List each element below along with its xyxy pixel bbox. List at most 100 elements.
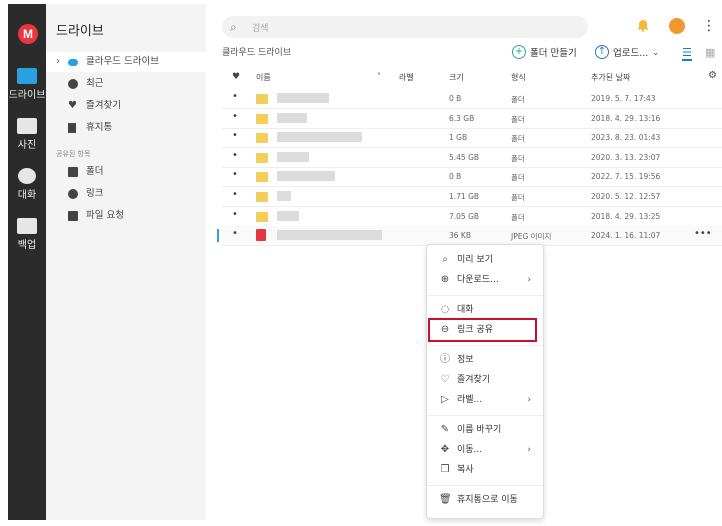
sidebar-item-label: 파일 요청: [86, 210, 124, 221]
heart-icon[interactable]: ♥: [232, 72, 240, 82]
column-header-added[interactable]: 추가된 날짜: [591, 72, 630, 83]
cell-type: 폴더: [511, 154, 525, 163]
label-icon: ▷: [441, 394, 449, 405]
cell-size: 36 KB: [449, 231, 471, 240]
redacted-name: [277, 211, 299, 221]
sidebar-item-recent[interactable]: 최근: [46, 74, 206, 94]
bullet-icon: •: [232, 228, 238, 239]
sidebar-item-trash[interactable]: 휴지통: [46, 118, 206, 138]
rail-item-backup[interactable]: 백업: [8, 218, 46, 251]
new-folder-button[interactable]: + 폴더 만들기: [512, 43, 577, 61]
table-row[interactable]: • 5.45 GB 폴더 2020. 3. 13. 23:07: [222, 148, 722, 168]
chevron-right-icon[interactable]: ›: [56, 52, 60, 72]
info-icon: ⓘ: [440, 354, 450, 365]
sidebar-item-links[interactable]: 링크: [46, 184, 206, 204]
annotation-highlight-box: [428, 318, 537, 342]
heart-icon: ♡: [440, 374, 450, 385]
table-row[interactable]: • 0 B 폴더 2022. 7. 15. 19:56: [222, 167, 722, 187]
avatar[interactable]: [669, 18, 685, 34]
list-view-icon[interactable]: ☰: [682, 46, 692, 61]
redacted-name: [277, 152, 309, 162]
rail-label: 대화: [17, 190, 37, 201]
table-row[interactable]: • 7.05 GB 폴더 2018. 4. 29. 13:25: [222, 207, 722, 227]
menu-item-rename[interactable]: ✎ 이름 바꾸기: [427, 421, 543, 439]
menu-item-label: 즐겨찾기: [457, 375, 491, 385]
cell-size: 1.71 GB: [449, 192, 480, 201]
column-header-size[interactable]: 크기: [449, 72, 464, 83]
cell-type: JPEG 이미지: [511, 232, 552, 241]
folder-icon: [17, 68, 37, 84]
menu-item-label: 이름 바꾸기: [457, 425, 502, 435]
sidebar-item-label: 클라우드 드라이브: [86, 56, 159, 67]
menu-item-download[interactable]: ⊕ 다운로드... ›: [427, 271, 543, 289]
cell-size: 0 B: [449, 172, 462, 181]
sidebar-item-cloud-drive[interactable]: › 클라우드 드라이브: [46, 52, 206, 72]
cell-type: 폴더: [511, 213, 525, 222]
cloud-icon: [68, 59, 78, 66]
search-icon: ⌕: [442, 254, 448, 265]
menu-item-move[interactable]: ✥ 이동... ›: [427, 441, 543, 459]
column-header-label[interactable]: 라벨: [399, 72, 414, 83]
trash-icon: 🗑: [439, 494, 452, 505]
breadcrumb[interactable]: 클라우드 드라이브: [222, 45, 291, 58]
cell-type: 폴더: [511, 115, 525, 124]
upload-button[interactable]: ↑ 업로드... ⌄: [595, 43, 659, 61]
column-header-type[interactable]: 형식: [511, 72, 526, 83]
file-request-icon: [68, 211, 78, 221]
menu-item-info[interactable]: ⓘ 정보: [427, 351, 543, 369]
rail-item-drive[interactable]: 드라이브: [8, 68, 46, 101]
menu-item-label: 다운로드...: [457, 275, 499, 285]
folder-icon: [256, 212, 268, 222]
menu-item-label: 대화: [457, 305, 474, 315]
table-header: ♥ 이름 ˄ 라벨 크기 형식 추가된 날짜 ⚙: [222, 70, 722, 86]
bullet-icon: •: [232, 130, 238, 141]
context-menu: ⌕ 미리 보기 ⊕ 다운로드... › ◌ 대화 ⊖ 링크 공유 ⓘ 정보 ♡ …: [426, 244, 544, 519]
menu-item-label[interactable]: ▷ 라벨... ›: [427, 391, 543, 409]
menu-item-favourite[interactable]: ♡ 즐겨찾기: [427, 371, 543, 389]
gear-icon[interactable]: ⚙: [708, 70, 717, 81]
column-header-name[interactable]: 이름: [256, 72, 271, 83]
sidebar-item-favourites[interactable]: ♥ 즐겨찾기: [46, 96, 206, 116]
menu-item-move-to-trash[interactable]: 🗑 휴지통으로 이동: [427, 491, 543, 509]
sidebar-item-file-requests[interactable]: 파일 요청: [46, 206, 206, 226]
rail-item-photos[interactable]: 사진: [8, 118, 46, 151]
table-row[interactable]: • 6.3 GB 폴더 2018. 4. 29. 13:16: [222, 109, 722, 129]
cell-date: 2024. 1. 16. 11:07: [591, 231, 661, 240]
selection-indicator: [217, 229, 219, 242]
mega-logo[interactable]: M: [18, 24, 38, 44]
bell-icon[interactable]: [636, 18, 650, 32]
redacted-name: [277, 132, 362, 142]
menu-item-chat[interactable]: ◌ 대화: [427, 301, 543, 319]
more-menu-icon[interactable]: ⋮: [702, 18, 716, 34]
chevron-right-icon: ›: [527, 275, 531, 285]
table-row[interactable]: • 1 GB 폴더 2023. 8. 23. 01:43: [222, 128, 722, 148]
table-row[interactable]: • 1.71 GB 폴더 2020. 5. 12. 12:57: [222, 187, 722, 207]
sort-up-icon[interactable]: ˄: [377, 72, 381, 81]
cell-size: 1 GB: [449, 133, 468, 142]
divider: [427, 415, 543, 416]
menu-item-copy[interactable]: ❐ 복사: [427, 461, 543, 479]
photo-icon: [17, 118, 37, 134]
sidebar-item-label: 즐겨찾기: [86, 100, 121, 111]
upload-label: 업로드...: [613, 48, 649, 59]
menu-item-preview[interactable]: ⌕ 미리 보기: [427, 251, 543, 269]
grid-view-icon[interactable]: ▦: [705, 46, 715, 59]
menu-item-label: 복사: [457, 465, 474, 475]
download-icon: ⊕: [440, 274, 450, 285]
pencil-icon: ✎: [440, 424, 450, 435]
table-row-selected[interactable]: • 36 KB JPEG 이미지 2024. 1. 16. 11:07 •••: [217, 226, 722, 246]
cell-size: 7.05 GB: [449, 212, 480, 221]
sidebar-title: 드라이브: [56, 24, 104, 39]
menu-item-label: 정보: [457, 355, 474, 365]
folder-icon: [256, 153, 268, 163]
rail-item-chat[interactable]: 대화: [8, 168, 46, 201]
sidebar-item-shared-folders[interactable]: 폴더: [46, 162, 206, 182]
table-row[interactable]: • 0 B 폴더 2019. 5. 7. 17:43: [222, 89, 722, 109]
search-input[interactable]: ⌕ 검색: [222, 16, 588, 38]
cell-type: 폴더: [511, 173, 525, 182]
cell-size: 6.3 GB: [449, 114, 475, 123]
row-more-icon[interactable]: •••: [694, 228, 712, 239]
search-placeholder: 검색: [252, 24, 269, 34]
bullet-icon: •: [232, 169, 238, 180]
chevron-right-icon: ›: [527, 445, 531, 455]
